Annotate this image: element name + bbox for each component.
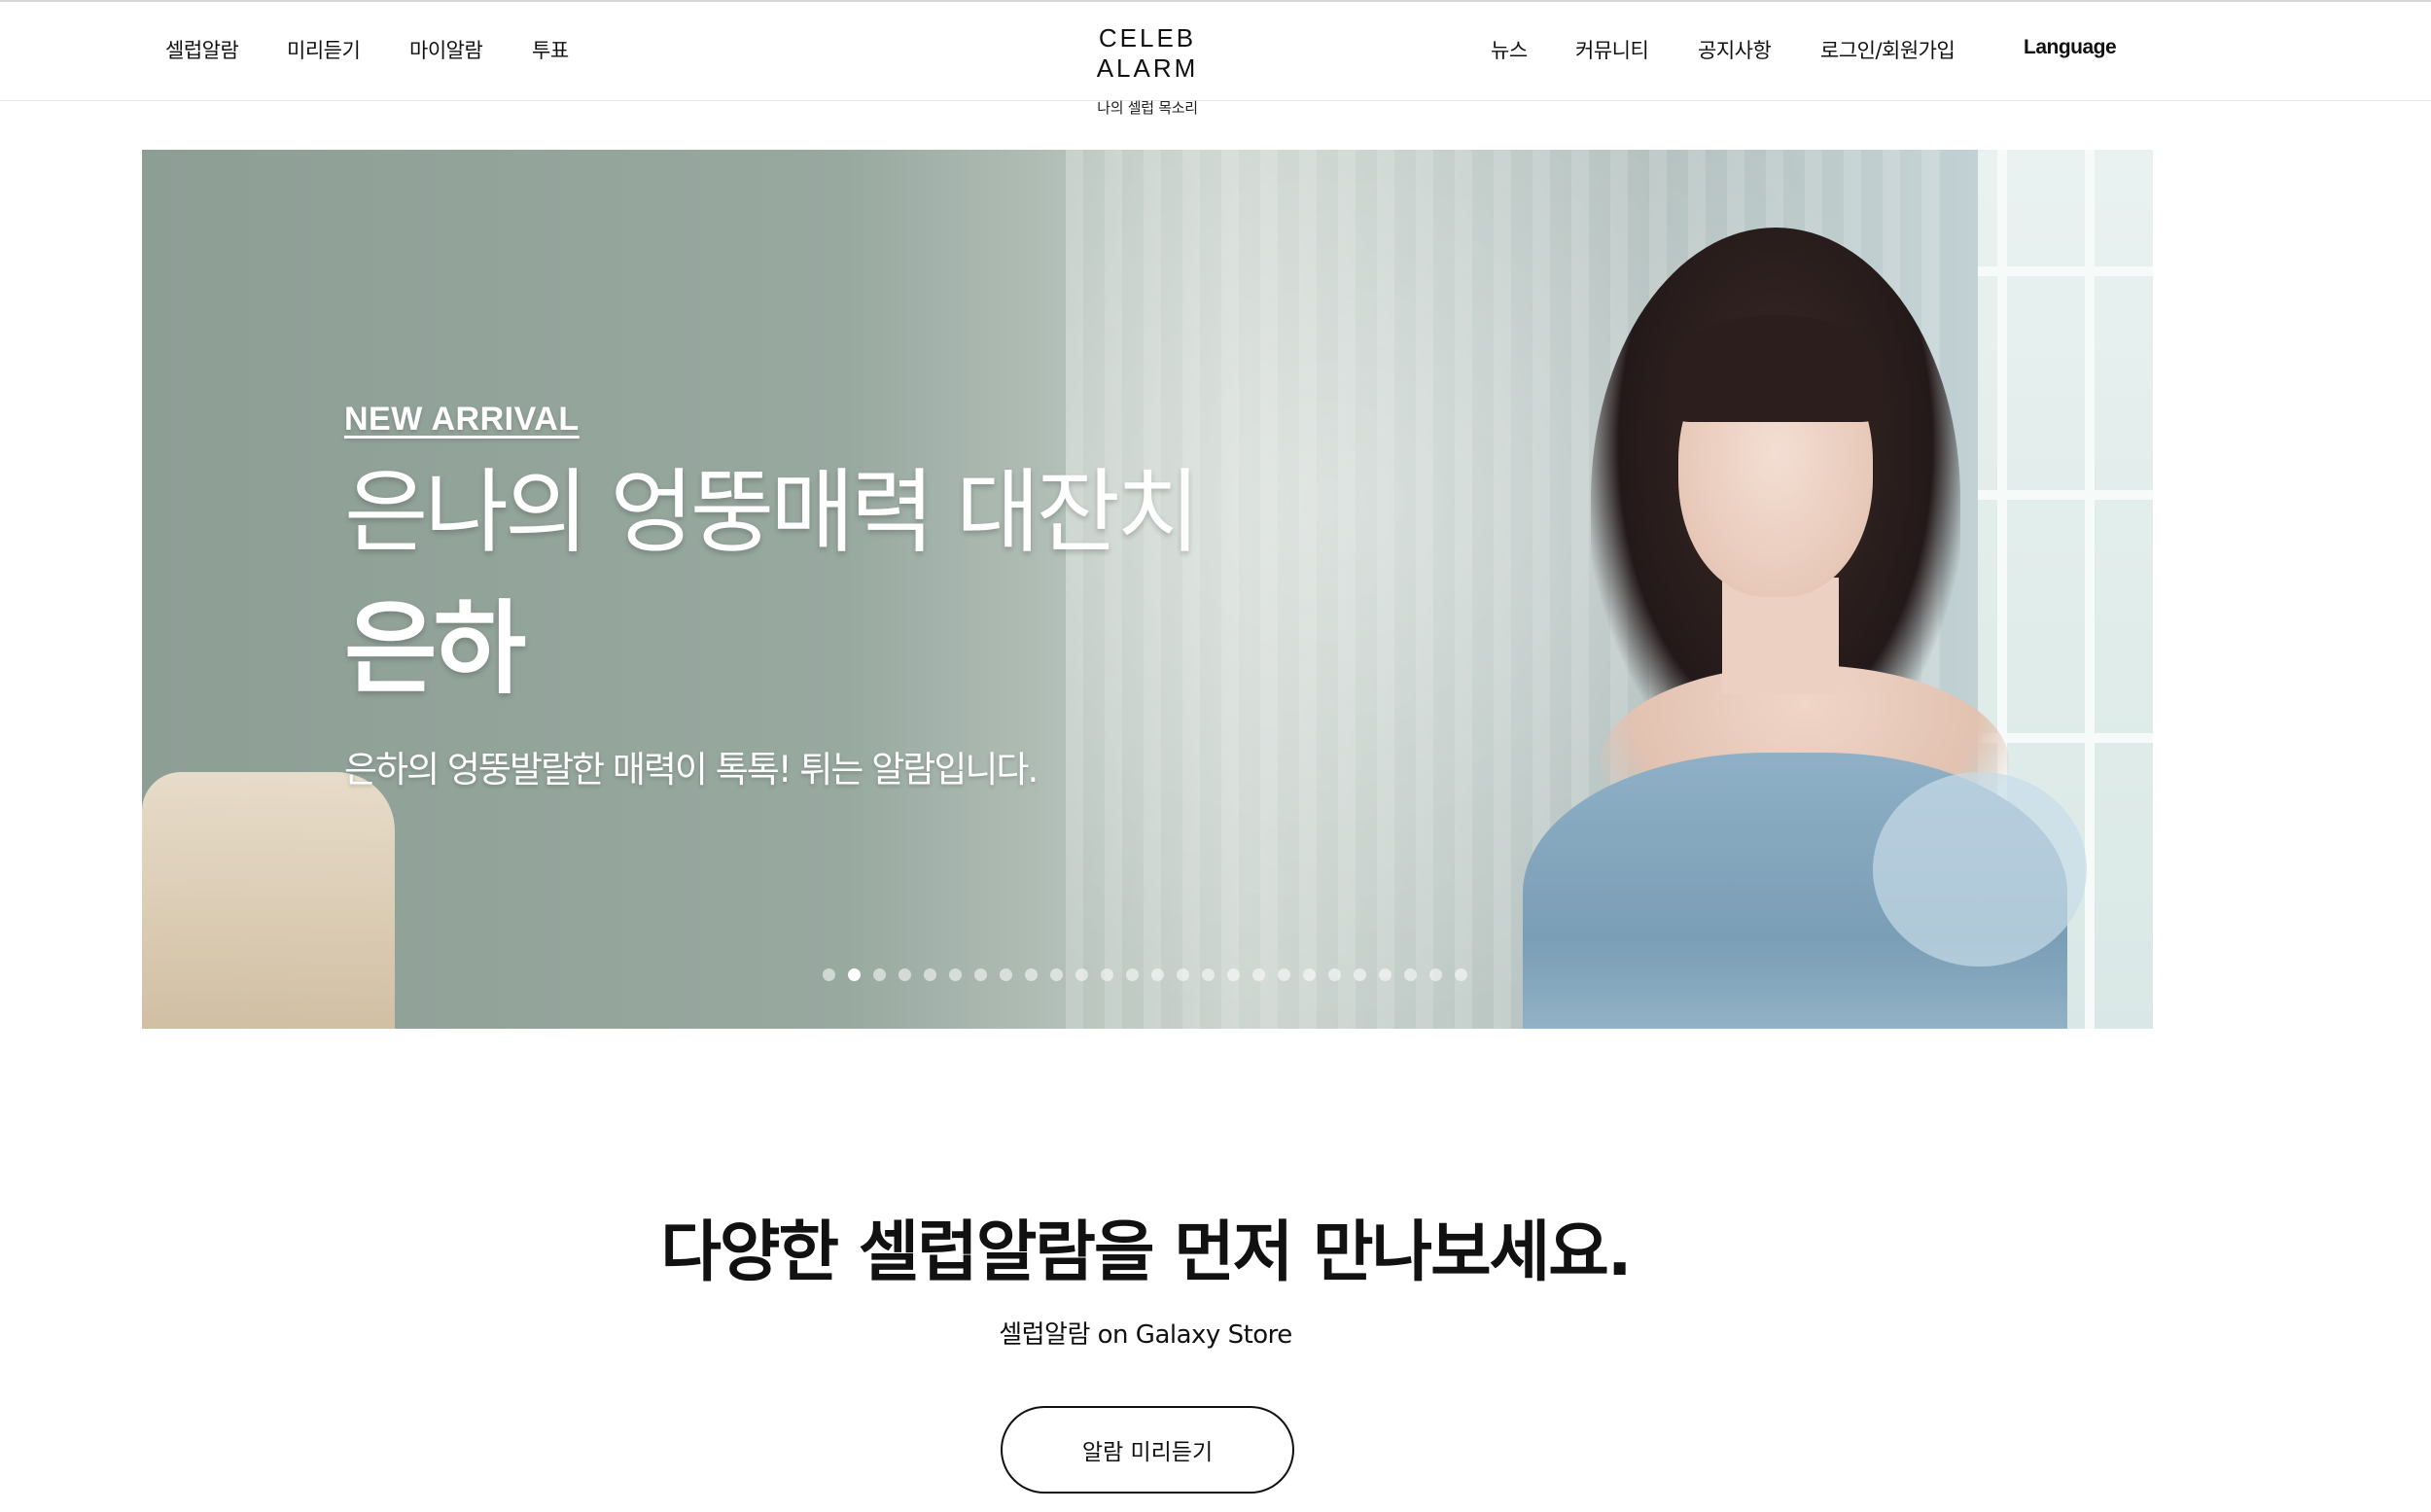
- preview-alarm-button[interactable]: 알람 미리듣기: [1001, 1406, 1294, 1494]
- carousel-dot[interactable]: [1328, 968, 1341, 981]
- hero-text: NEW ARRIVAL 은나의 엉뚱매력 대잔치 은하 은하의 엉뚱발랄한 매력…: [344, 401, 1201, 792]
- hero-headline: 은나의 엉뚱매력 대잔치: [344, 460, 1201, 566]
- nav-login-signup[interactable]: 로그인/회원가입: [1820, 35, 1955, 64]
- language-selector[interactable]: Language: [2024, 36, 2117, 59]
- carousel-dot[interactable]: [1075, 968, 1088, 981]
- carousel-dot[interactable]: [1227, 968, 1240, 981]
- carousel-dot[interactable]: [1000, 968, 1012, 981]
- carousel-dot[interactable]: [1379, 968, 1392, 981]
- carousel-dot[interactable]: [1202, 968, 1215, 981]
- carousel-dot[interactable]: [1455, 968, 1467, 981]
- hero-description: 은하의 엉뚱발랄한 매력이 톡톡! 튀는 알람입니다.: [344, 748, 1039, 791]
- hero-banner[interactable]: NEW ARRIVAL 은나의 엉뚱매력 대잔치 은하 은하의 엉뚱발랄한 매력…: [142, 150, 2153, 1029]
- hero-tag: NEW ARRIVAL: [344, 401, 580, 438]
- carousel-dot[interactable]: [1025, 968, 1038, 981]
- nav-news[interactable]: 뉴스: [1491, 35, 1528, 64]
- logo-text[interactable]: CELEB ALARM: [1050, 23, 1245, 84]
- section-subtitle: 셀럽알람 on Galaxy Store: [999, 1320, 1292, 1350]
- site-header: 셀럽알람 미리듣기 마이알람 투표 CELEB ALARM 나의 셀럽 목소리 …: [0, 2, 2431, 117]
- carousel-dot[interactable]: [848, 968, 861, 981]
- carousel-dot[interactable]: [1303, 968, 1316, 981]
- nav-my-alarm[interactable]: 마이알람: [409, 35, 483, 64]
- lamp-decoration: [142, 772, 395, 1029]
- nav-community[interactable]: 커뮤니티: [1575, 35, 1649, 64]
- hero-celebrity-name: 은하: [344, 588, 526, 708]
- carousel-dot[interactable]: [924, 968, 936, 981]
- carousel-dot[interactable]: [1101, 968, 1113, 981]
- carousel-dot[interactable]: [1354, 968, 1366, 981]
- nav-notice[interactable]: 공지사항: [1698, 35, 1772, 64]
- logo-tagline: 나의 셀럽 목소리: [1097, 99, 1198, 117]
- carousel-dot[interactable]: [1278, 968, 1290, 981]
- carousel-dot[interactable]: [1177, 968, 1189, 981]
- nav-vote[interactable]: 투표: [532, 35, 569, 64]
- nav-celeb-alarm[interactable]: 셀럽알람: [165, 35, 239, 64]
- carousel-dot[interactable]: [1151, 968, 1164, 981]
- carousel-dot[interactable]: [1252, 968, 1265, 981]
- carousel-dot[interactable]: [949, 968, 962, 981]
- nav-preview[interactable]: 미리듣기: [287, 35, 361, 64]
- site-logo[interactable]: CELEB ALARM 나의 셀럽 목소리: [1050, 23, 1245, 118]
- carousel-dot[interactable]: [898, 968, 911, 981]
- carousel-dot[interactable]: [1050, 968, 1063, 981]
- carousel-dot[interactable]: [1404, 968, 1417, 981]
- carousel-dot[interactable]: [873, 968, 886, 981]
- carousel-dot[interactable]: [1429, 968, 1442, 981]
- carousel-dot[interactable]: [1126, 968, 1139, 981]
- celebrity-photo: [1484, 150, 2087, 1029]
- carousel-pagination: [823, 968, 1467, 984]
- section-title: 다양한 셀럽알람을 먼저 만나보세요.: [660, 1214, 1632, 1291]
- carousel-dot[interactable]: [823, 968, 835, 981]
- carousel-dot[interactable]: [974, 968, 987, 981]
